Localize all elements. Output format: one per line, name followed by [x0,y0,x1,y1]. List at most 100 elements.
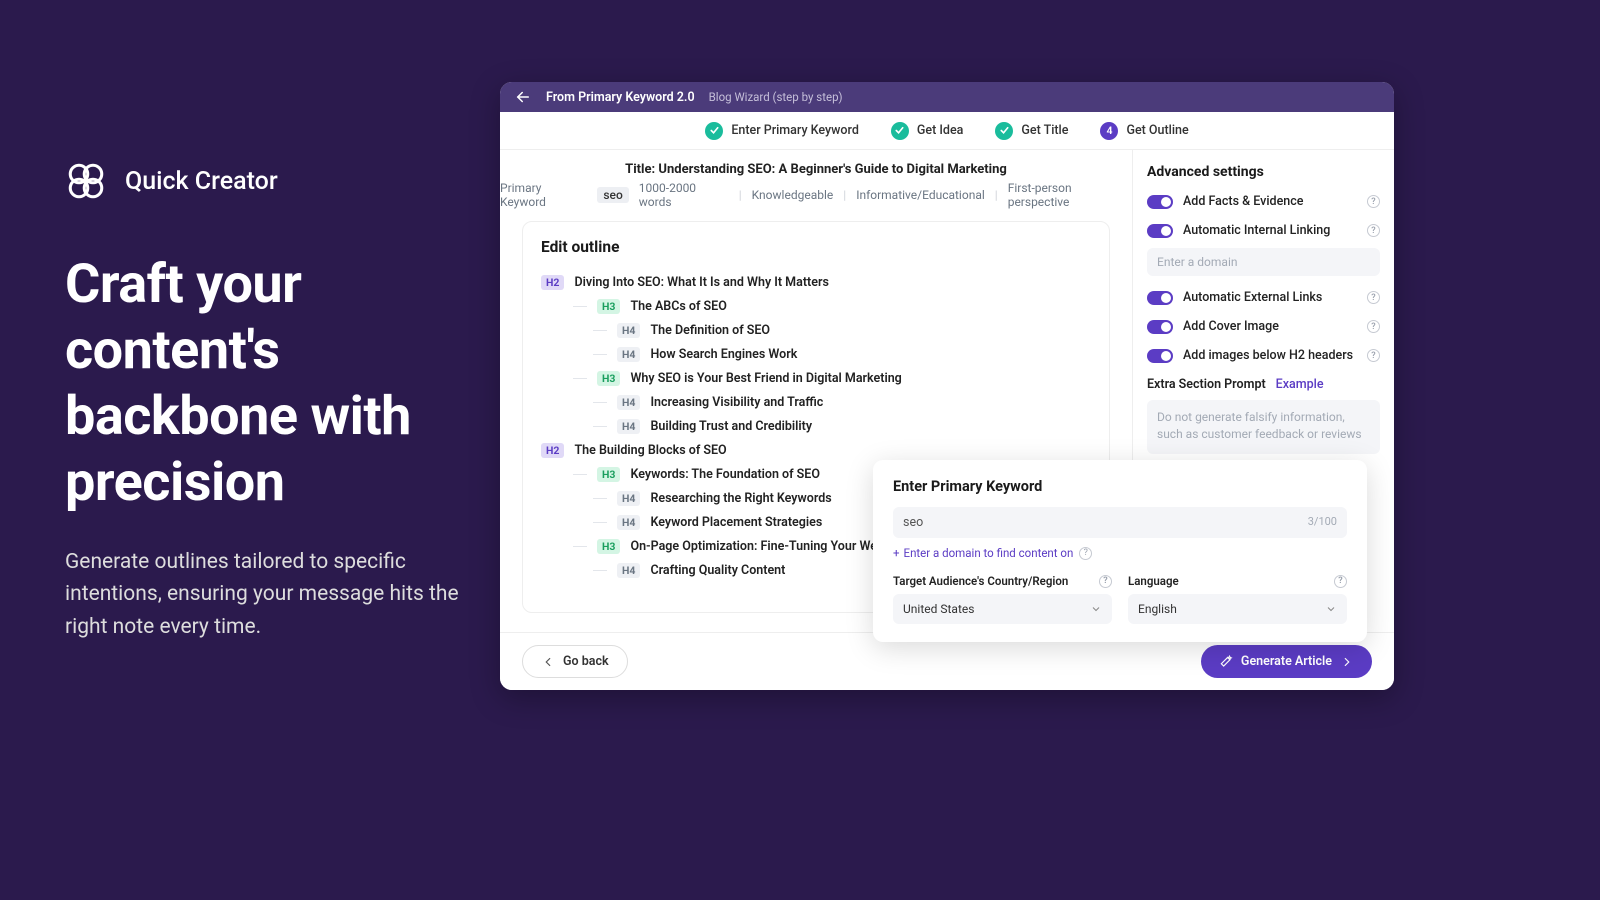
heading-tag: H3 [597,299,620,314]
select-value: United States [903,602,974,616]
outline-text: The ABCs of SEO [630,299,726,314]
header-subtitle: Blog Wizard (step by step) [709,90,843,104]
outline-text: Researching the Right Keywords [650,491,831,506]
help-icon[interactable]: ? [1367,224,1380,237]
chevron-down-icon [1090,603,1102,615]
help-icon[interactable]: ? [1367,291,1380,304]
outline-item[interactable]: H4Building Trust and Credibility [541,414,1091,438]
outline-text: Diving Into SEO: What It Is and Why It M… [574,275,828,290]
toggle-cover[interactable] [1147,320,1173,334]
outline-text: The Definition of SEO [650,323,770,338]
setting-external-links: Automatic External Links ? [1147,290,1380,305]
outline-text: The Building Blocks of SEO [574,443,726,458]
setting-images-below-h2: Add images below H2 headers ? [1147,348,1380,363]
heading-tag: H3 [597,539,620,554]
setting-internal-linking: Automatic Internal Linking ? [1147,223,1380,238]
brand-row: Quick Creator [65,160,485,202]
help-icon[interactable]: ? [1099,575,1112,588]
outline-item[interactable]: H2Diving Into SEO: What It Is and Why It… [541,270,1091,294]
select-value: English [1138,602,1177,616]
char-counter: 3/100 [1308,515,1337,528]
setting-label: Add images below H2 headers [1183,348,1353,363]
primary-keyword-label: Primary Keyword [500,181,587,209]
heading-tag: H3 [597,371,620,386]
help-icon[interactable]: ? [1367,320,1380,333]
check-icon [891,122,909,140]
heading-tag: H4 [617,563,640,578]
go-back-button[interactable]: Go back [522,645,628,678]
extra-prompt-label: Extra Section Prompt [1147,377,1266,392]
tone: Knowledgeable [752,188,834,202]
generate-article-button[interactable]: Generate Article [1201,645,1372,678]
outline-item[interactable]: H3 The ABCs of SEO [541,294,1091,318]
primary-keyword-popup: Enter Primary Keyword 3/100 + Enter a do… [873,460,1367,642]
heading-tag: H2 [541,443,564,458]
outline-item[interactable]: H4The Definition of SEO [541,318,1091,342]
setting-label: Automatic External Links [1183,290,1322,305]
domain-input[interactable]: Enter a domain [1147,248,1380,276]
header-title: From Primary Keyword 2.0 [546,90,695,105]
app-window: From Primary Keyword 2.0 Blog Wizard (st… [500,82,1394,690]
perspective: First-person perspective [1008,181,1132,209]
help-icon[interactable]: ? [1367,349,1380,362]
button-label: Generate Article [1241,654,1332,669]
chevron-left-icon [541,655,555,669]
article-meta: Primary Keyword seo 1000-2000 words | Kn… [500,181,1132,221]
toggle-external[interactable] [1147,291,1173,305]
extra-prompt-row: Extra Section Prompt Example [1147,377,1380,392]
outline-item[interactable]: H4How Search Engines Work [541,342,1091,366]
domain-find-link[interactable]: + Enter a domain to find content on ? [893,546,1347,560]
step-get-title[interactable]: Get Title [995,122,1068,140]
keyword-input[interactable] [893,507,1347,538]
primary-keyword-pill[interactable]: seo [597,187,628,203]
button-label: Go back [563,654,609,669]
language-label: Language ? [1128,574,1347,588]
outline-item[interactable]: H3 Why SEO is Your Best Friend in Digital… [541,366,1091,390]
heading-tag: H4 [617,515,640,530]
popup-title: Enter Primary Keyword [893,478,1347,495]
extra-prompt-input[interactable]: Do not generate falsify information, suc… [1147,400,1380,454]
heading-tag: H4 [617,395,640,410]
outline-text: On-Page Optimization: Fine-Tuning Your W… [630,539,904,554]
toggle-images[interactable] [1147,349,1173,363]
heading-tag: H4 [617,491,640,506]
region-label: Target Audience's Country/Region ? [893,574,1112,588]
heading-tag: H3 [597,467,620,482]
outline-text: Keyword Placement Strategies [650,515,822,530]
setting-cover-image: Add Cover Image ? [1147,319,1380,334]
outline-text: Building Trust and Credibility [650,419,812,434]
magic-wand-icon [1219,655,1233,669]
advanced-heading: Advanced settings [1147,164,1380,180]
help-icon[interactable]: ? [1367,195,1380,208]
outline-item[interactable]: H2 The Building Blocks of SEO [541,438,1091,462]
hero-title: Craft your content's backbone with preci… [65,252,485,516]
step-enter-keyword[interactable]: Enter Primary Keyword [705,122,859,140]
help-icon[interactable]: ? [1334,575,1347,588]
chevron-down-icon [1325,603,1337,615]
back-arrow-icon[interactable] [514,88,532,106]
step-get-outline[interactable]: 4 Get Outline [1100,122,1188,140]
step-label: Get Outline [1126,123,1188,138]
check-icon [705,122,723,140]
example-link[interactable]: Example [1276,377,1324,392]
toggle-facts[interactable] [1147,195,1173,209]
outline-text: Why SEO is Your Best Friend in Digital M… [630,371,901,386]
language-select[interactable]: English [1128,594,1347,624]
help-icon[interactable]: ? [1079,547,1092,560]
toggle-internal[interactable] [1147,224,1173,238]
region-select[interactable]: United States [893,594,1112,624]
outline-heading: Edit outline [541,238,1091,256]
step-get-idea[interactable]: Get Idea [891,122,964,140]
outline-item[interactable]: H4Increasing Visibility and Traffic [541,390,1091,414]
article-title: Title: Understanding SEO: A Beginner's G… [500,150,1132,181]
hero-subtitle: Generate outlines tailored to specific i… [65,546,485,644]
wizard-steps: Enter Primary Keyword Get Idea Get Title… [500,112,1394,150]
setting-label: Automatic Internal Linking [1183,223,1330,238]
step-label: Enter Primary Keyword [731,123,859,138]
outline-text: Crafting Quality Content [650,563,785,578]
brand-logo-icon [65,160,107,202]
heading-tag: H4 [617,347,640,362]
step-number-badge: 4 [1100,122,1118,140]
outline-text: Keywords: The Foundation of SEO [630,467,820,482]
brand-name: Quick Creator [125,167,278,196]
